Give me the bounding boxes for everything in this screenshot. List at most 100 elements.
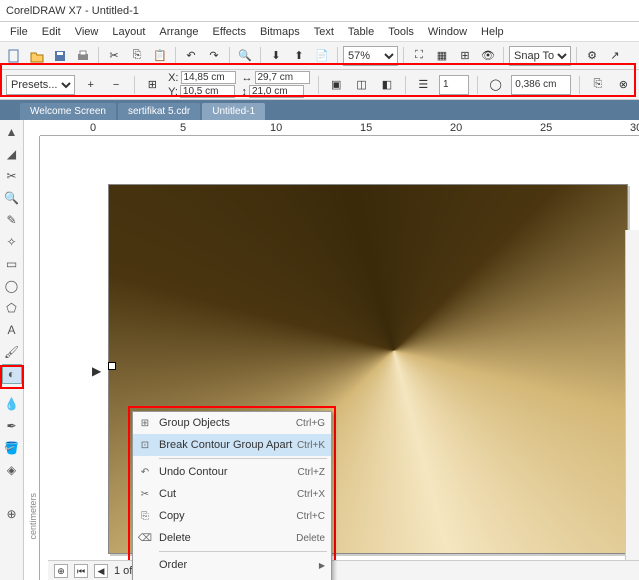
menu-table[interactable]: Table (342, 24, 380, 39)
rulers-icon[interactable]: ▦ (432, 46, 452, 66)
clear-icon[interactable]: ⊗ (614, 75, 633, 95)
context-menu-item[interactable]: Object Styles▶ (133, 576, 331, 580)
separator (405, 76, 406, 94)
document-tab[interactable]: sertifikat 5.cdr (118, 103, 200, 120)
context-menu-item[interactable]: ⊞Group ObjectsCtrl+G (133, 412, 331, 434)
add-preset-icon[interactable]: + (81, 75, 100, 95)
steps-icon[interactable]: ☰ (414, 75, 433, 95)
context-menu-item[interactable]: ⎘CopyCtrl+C (133, 505, 331, 527)
undo-icon[interactable]: ↶ (181, 46, 201, 66)
menu-text[interactable]: Text (308, 24, 340, 39)
interactive-tool-icon[interactable]: ◐ (2, 364, 22, 384)
menu-item-label: Undo Contour (159, 466, 228, 478)
canvas[interactable]: ▶ ⊞Group ObjectsCtrl+G⊡Break Contour Gro… (40, 136, 639, 580)
menu-item-icon: ✂ (137, 489, 153, 500)
menu-layout[interactable]: Layout (106, 24, 151, 39)
transparency-tool-icon[interactable]: ◈ (2, 460, 22, 480)
menu-bitmaps[interactable]: Bitmaps (254, 24, 306, 39)
context-menu-item[interactable]: ⌫DeleteDelete (133, 527, 331, 549)
fill-tool-icon[interactable]: 🪣 (2, 438, 22, 458)
width-icon: ↔ (242, 72, 253, 84)
ruler-mark: 30 (630, 122, 639, 134)
crop-tool-icon[interactable]: ✂ (2, 166, 22, 186)
outline-icon[interactable]: ◯ (486, 75, 505, 95)
add-tool-icon[interactable]: ⊕ (2, 504, 22, 524)
menu-item-shortcut: Ctrl+Z (298, 467, 326, 478)
pick-tool-icon[interactable]: ▲ (2, 122, 22, 142)
polygon-tool-icon[interactable]: ⬠ (2, 298, 22, 318)
eyedropper-tool-icon[interactable]: 💧 (2, 394, 22, 414)
cut-icon[interactable]: ✂ (104, 46, 124, 66)
fullscreen-icon[interactable]: ⛶ (409, 46, 429, 66)
context-menu-item[interactable]: ↶Undo ContourCtrl+Z (133, 461, 331, 483)
grid-icon[interactable]: ⊞ (455, 46, 475, 66)
to-center-icon[interactable]: ▣ (326, 75, 345, 95)
menu-window[interactable]: Window (422, 24, 473, 39)
menu-item-label: Group Objects (159, 417, 230, 429)
outside-icon[interactable]: ◧ (377, 75, 396, 95)
snap-select[interactable]: Snap To (509, 46, 571, 66)
redo-icon[interactable]: ↷ (204, 46, 224, 66)
submenu-arrow-icon: ▶ (319, 561, 325, 570)
copy-icon[interactable]: ⎘ (127, 46, 147, 66)
outline-input[interactable] (511, 75, 571, 95)
size-group: ↔ ↕ (242, 71, 310, 98)
context-menu-item[interactable]: Order ▶ (133, 554, 331, 576)
menu-effects[interactable]: Effects (207, 24, 252, 39)
menu-file[interactable]: File (4, 24, 34, 39)
menu-item-shortcut: Ctrl+K (297, 440, 325, 451)
outline-tool-icon[interactable]: ✒ (2, 416, 22, 436)
ruler-mark: 25 (540, 122, 552, 134)
menu-tools[interactable]: Tools (382, 24, 420, 39)
remove-preset-icon[interactable]: − (106, 75, 125, 95)
copies-input[interactable] (439, 75, 469, 95)
menu-edit[interactable]: Edit (36, 24, 67, 39)
inside-icon[interactable]: ◫ (352, 75, 371, 95)
menu-view[interactable]: View (69, 24, 105, 39)
color-palette[interactable] (625, 230, 639, 560)
rectangle-tool-icon[interactable]: ▭ (2, 254, 22, 274)
ellipse-tool-icon[interactable]: ◯ (2, 276, 22, 296)
separator (477, 76, 478, 94)
save-icon[interactable] (50, 46, 70, 66)
zoom-select[interactable]: 57% (343, 46, 398, 66)
paint-tool-icon[interactable]: 🖌 (2, 342, 22, 362)
ruler-horizontal: 051015202530 (40, 120, 639, 136)
import-icon[interactable]: ⬇ (266, 46, 286, 66)
search-icon[interactable]: 🔍 (235, 46, 255, 66)
x-input[interactable] (181, 71, 236, 84)
context-menu-item[interactable]: ✂CutCtrl+X (133, 483, 331, 505)
menu-item-label: Cut (159, 488, 176, 500)
document-tab[interactable]: Welcome Screen (20, 103, 116, 120)
freehand-tool-icon[interactable]: ✎ (2, 210, 22, 230)
separator (503, 47, 504, 65)
launch-icon[interactable]: ↗ (605, 46, 625, 66)
export-icon[interactable]: ⬆ (289, 46, 309, 66)
grid-icon[interactable]: ⊞ (143, 75, 162, 95)
menu-arrange[interactable]: Arrange (153, 24, 204, 39)
menu-item-label: Order (159, 559, 187, 571)
options-icon[interactable]: ⚙ (582, 46, 602, 66)
y-input[interactable] (180, 85, 235, 98)
open-icon[interactable] (27, 46, 47, 66)
unit-label: centimeters (28, 493, 38, 540)
print-icon[interactable] (73, 46, 93, 66)
smart-tool-icon[interactable]: ✧ (2, 232, 22, 252)
position-group: X: Y: (168, 71, 235, 98)
width-input[interactable] (255, 71, 310, 84)
paste-icon[interactable]: 📋 (150, 46, 170, 66)
copy-props-icon[interactable]: ⎘ (588, 75, 607, 95)
ruler-mark: 10 (270, 122, 282, 134)
menu-help[interactable]: Help (475, 24, 510, 39)
text-tool-icon[interactable]: A (2, 320, 22, 340)
height-input[interactable] (249, 85, 304, 98)
context-menu-item[interactable]: ⊡Break Contour Group ApartCtrl+K (133, 434, 331, 456)
document-tab[interactable]: Untitled-1 (202, 103, 265, 120)
shape-tool-icon[interactable]: ◢ (2, 144, 22, 164)
new-icon[interactable] (4, 46, 24, 66)
x-label: X: (168, 72, 178, 84)
publish-icon[interactable]: 📄 (312, 46, 332, 66)
presets-select[interactable]: Presets... (6, 75, 75, 95)
zoom-tool-icon[interactable]: 🔍 (2, 188, 22, 208)
guides-icon[interactable]: 👁 (478, 46, 498, 66)
